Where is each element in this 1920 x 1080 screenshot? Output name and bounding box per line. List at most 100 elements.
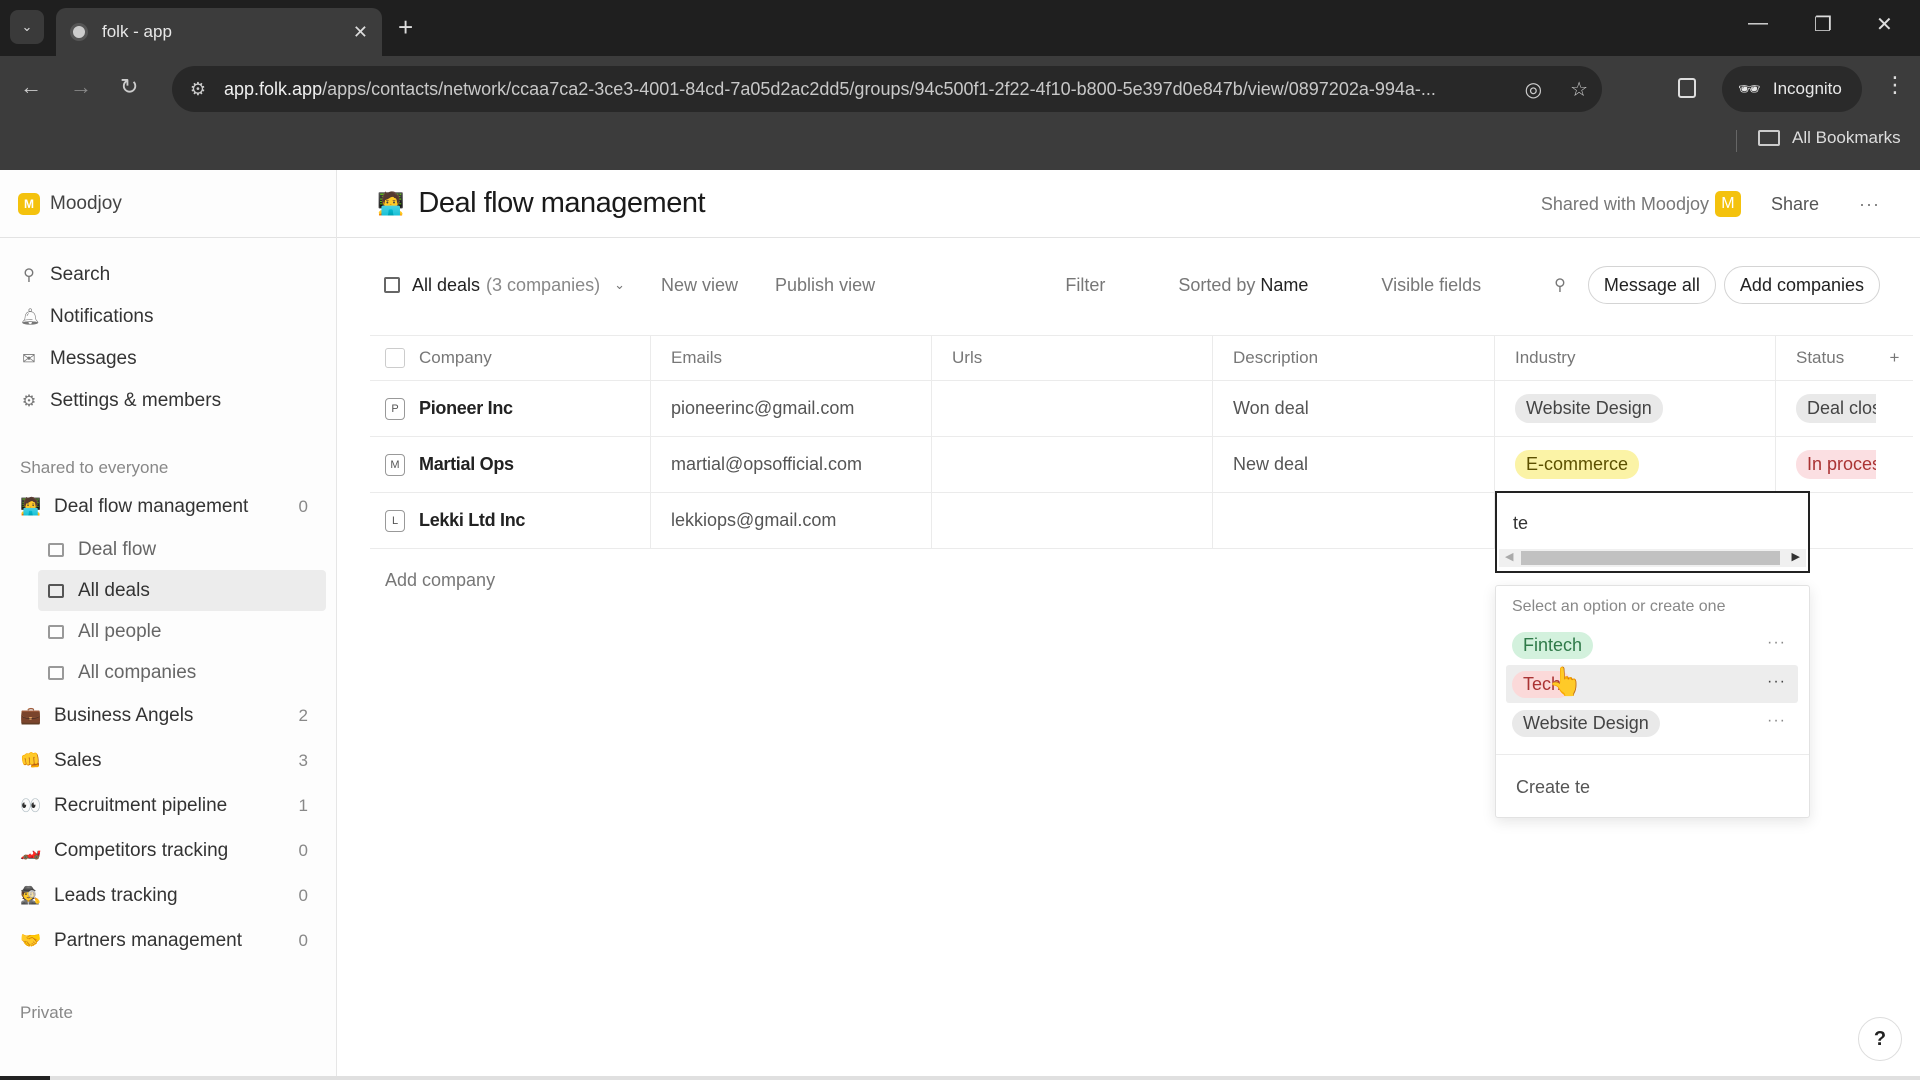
site-info-icon[interactable]: ⚙ [186,79,210,100]
option-fintech[interactable]: Fintech ··· [1506,626,1798,664]
sidebar-item-messages[interactable]: ✉ Messages [0,338,336,380]
address-bar[interactable]: ⚙ app.folk.app/apps/contacts/network/cca… [172,66,1602,112]
view-all-people[interactable]: All people [38,611,326,652]
status-cell[interactable]: Deal closed [1776,381,1876,436]
more-options-icon[interactable]: ··· [1859,194,1880,215]
incognito-badge[interactable]: 🕶 Incognito [1722,66,1862,112]
add-column-button[interactable]: + [1876,336,1913,380]
group-partners-management[interactable]: 🤝 Partners management 0 [0,918,336,963]
column-header-industry[interactable]: Industry [1495,336,1776,380]
shared-with-label[interactable]: Shared with Moodjoy [1541,194,1709,215]
sidebar-item-label: Notifications [50,306,154,327]
back-button[interactable]: ← [20,74,42,100]
industry-input[interactable]: te ◀ ▶ [1495,491,1810,573]
scrollbar-thumb[interactable] [1521,551,1780,565]
group-count: 2 [298,705,308,725]
status-cell[interactable]: In process [1776,437,1876,492]
browser-tab[interactable]: folk - app ✕ [56,8,382,56]
scroll-left-icon[interactable]: ◀ [1505,550,1513,563]
group-deal-flow-management[interactable]: 🧑‍💻 Deal flow management 0 [0,484,336,529]
shared-avatar: M [1714,191,1741,217]
column-header-status[interactable]: Status [1776,336,1876,380]
company-cell[interactable]: M Martial Ops [370,437,651,492]
view-deal-flow[interactable]: Deal flow [38,529,326,570]
industry-cell[interactable]: E-commerce [1495,437,1776,492]
email-cell[interactable]: lekkiops@gmail.com [651,493,932,548]
add-company-button[interactable]: Add company [385,570,495,591]
sort-button[interactable]: Sorted by Name [1178,275,1308,296]
new-view-button[interactable]: New view [661,275,738,296]
group-leads-tracking[interactable]: 🕵️ Leads tracking 0 [0,873,336,918]
option-more-icon[interactable]: ··· [1767,712,1786,730]
message-all-button[interactable]: Message all [1587,266,1716,304]
description-cell[interactable] [1213,493,1495,548]
filter-button[interactable]: Filter [1065,275,1105,296]
industry-cell[interactable]: Website Design [1495,381,1776,436]
column-header-company[interactable]: Company [370,336,651,380]
group-recruitment-pipeline[interactable]: 👀 Recruitment pipeline 1 [0,783,336,828]
description-cell[interactable]: Won deal [1213,381,1495,436]
url-text[interactable]: app.folk.app/apps/contacts/network/ccaa7… [224,79,1511,100]
company-cell[interactable]: P Pioneer Inc [370,381,651,436]
company-name[interactable]: Lekki Ltd Inc [419,510,525,531]
scroll-right-icon[interactable]: ▶ [1792,550,1800,563]
url-cell[interactable] [932,493,1213,548]
current-view-selector[interactable]: All deals [412,275,480,296]
restore-button[interactable]: ❐ [1814,12,1832,37]
tab-search-button[interactable]: ⌄ [10,10,44,44]
view-all-deals[interactable]: All deals [38,570,326,611]
group-emoji-icon: 🧑‍💻 [20,496,42,516]
create-option-button[interactable]: Create te [1516,777,1590,798]
table-row[interactable]: M Martial Ops martial@opsofficial.com New… [370,437,1913,493]
option-more-icon[interactable]: ··· [1767,634,1786,652]
select-all-checkbox[interactable] [385,348,405,368]
company-cell[interactable]: L Lekki Ltd Inc [370,493,651,548]
sidebar-item-search[interactable]: ⚲ Search [0,254,336,296]
all-bookmarks-button[interactable]: All Bookmarks [1758,128,1901,148]
minimize-button[interactable]: — [1748,12,1768,35]
url-cell[interactable] [932,381,1213,436]
reload-button[interactable]: ↻ [120,74,138,100]
close-tab-icon[interactable]: ✕ [353,22,368,43]
group-business-angels[interactable]: 💼 Business Angels 2 [0,693,336,738]
group-sales[interactable]: 👊 Sales 3 [0,738,336,783]
new-tab-button[interactable]: + [398,12,413,42]
forward-button[interactable]: → [70,74,92,100]
bottom-progress-bar [0,1076,1920,1080]
option-more-icon[interactable]: ··· [1767,673,1786,691]
chevron-down-icon[interactable]: ⌄ [614,277,625,293]
publish-view-button[interactable]: Publish view [775,275,875,296]
column-header-emails[interactable]: Emails [651,336,932,380]
sidebar-item-label: Messages [50,348,137,369]
browser-menu-icon[interactable]: ⋮ [1884,72,1906,98]
help-button[interactable]: ? [1858,1017,1902,1061]
workspace-switcher[interactable]: M Moodjoy [0,170,336,238]
option-website-design[interactable]: Website Design ··· [1506,704,1798,742]
add-companies-button[interactable]: Add companies [1723,266,1880,304]
share-button[interactable]: Share [1771,194,1819,215]
company-name[interactable]: Martial Ops [419,454,514,475]
search-icon[interactable]: ⚲ [1554,275,1566,295]
email-cell[interactable]: martial@opsofficial.com [651,437,932,492]
view-all-companies[interactable]: All companies [38,652,326,693]
eye-off-icon[interactable]: ◎ [1525,77,1542,102]
horizontal-scrollbar[interactable]: ◀ ▶ [1499,549,1806,567]
group-competitors-tracking[interactable]: 🏎️ Competitors tracking 0 [0,828,336,873]
column-header-description[interactable]: Description [1213,336,1495,380]
favicon-icon [70,23,88,41]
page-title[interactable]: Deal flow management [418,187,705,220]
url-cell[interactable] [932,437,1213,492]
divider [1736,130,1737,152]
email-cell[interactable]: pioneerinc@gmail.com [651,381,932,436]
column-header-urls[interactable]: Urls [932,336,1213,380]
star-icon[interactable]: ☆ [1570,77,1588,102]
industry-input-value[interactable]: te [1513,513,1528,534]
description-cell[interactable]: New deal [1213,437,1495,492]
table-row[interactable]: P Pioneer Inc pioneerinc@gmail.com Won de… [370,381,1913,437]
visible-fields-button[interactable]: Visible fields [1381,275,1481,296]
close-window-button[interactable]: ✕ [1876,12,1893,37]
sidebar-item-settings[interactable]: ⚙ Settings & members [0,380,336,422]
side-panel-icon[interactable] [1678,78,1696,98]
company-name[interactable]: Pioneer Inc [419,398,513,419]
sidebar-item-notifications[interactable]: 🔔︎ Notifications [0,296,336,338]
